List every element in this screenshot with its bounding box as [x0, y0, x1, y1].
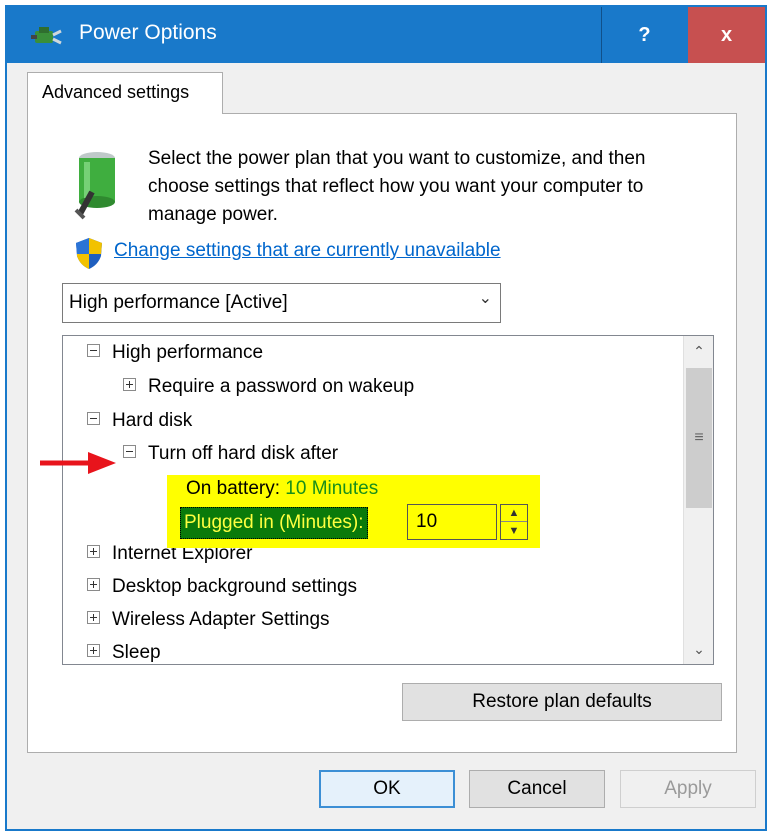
expand-icon[interactable] [123, 378, 136, 392]
spin-down-icon[interactable]: ▼ [501, 522, 527, 539]
expand-icon[interactable] [87, 611, 100, 625]
tree-item-require-password[interactable]: Require a password on wakeup [123, 376, 414, 408]
expand-icon[interactable] [87, 545, 100, 559]
title-bar[interactable]: Power Options ? x [7, 7, 765, 63]
collapse-icon[interactable] [87, 412, 100, 426]
change-settings-link[interactable]: Change settings that are currently unava… [114, 240, 501, 262]
scroll-up-icon[interactable]: ⌃ [684, 336, 713, 366]
tree-item-turn-off-hard-disk[interactable]: Turn off hard disk after [123, 443, 338, 475]
tree-item-wireless-adapter[interactable]: Wireless Adapter Settings [87, 609, 330, 641]
intro-text: Select the power plan that you want to c… [148, 148, 646, 225]
plugged-in-spinner[interactable]: ▲ ▼ [500, 504, 528, 540]
battery-plug-icon [74, 152, 115, 220]
tree-item-desktop-background[interactable]: Desktop background settings [87, 576, 357, 608]
collapse-icon[interactable] [87, 344, 100, 358]
spin-up-icon[interactable]: ▲ [501, 505, 527, 522]
cancel-button[interactable]: Cancel [469, 770, 605, 808]
expand-icon[interactable] [87, 578, 100, 592]
tree-item-high-performance[interactable]: High performance [87, 342, 263, 374]
apply-button[interactable]: Apply [620, 770, 756, 808]
tab-advanced-settings[interactable]: Advanced settings [27, 72, 223, 114]
scroll-down-icon[interactable]: ⌄ [684, 634, 713, 664]
close-button[interactable]: x [688, 7, 765, 63]
restore-plan-defaults-button[interactable]: Restore plan defaults [402, 683, 722, 721]
plugged-in-label: Plugged in (Minutes): [180, 507, 368, 539]
help-button[interactable]: ? [601, 7, 687, 63]
tree-item-label: Hard disk [112, 410, 193, 431]
tree-item-label: Sleep [112, 642, 161, 663]
tree-item-label: Turn off hard disk after [148, 443, 339, 464]
on-battery-setting[interactable]: On battery: 10 Minutes [186, 478, 378, 500]
red-arrow-icon [40, 452, 116, 474]
on-battery-value: 10 Minutes [285, 478, 379, 499]
scroll-thumb[interactable]: ≡ [686, 368, 712, 508]
power-plan-dropdown[interactable]: High performance [Active] ⌄ [62, 283, 501, 323]
window-title: Power Options [79, 21, 217, 44]
tree-item-label: Require a password on wakeup [148, 376, 415, 397]
expand-icon[interactable] [87, 644, 100, 658]
power-plan-selected-value: High performance [Active] [69, 292, 288, 313]
tree-item-label: Desktop background settings [112, 576, 358, 597]
on-battery-label: On battery: [186, 478, 280, 499]
tree-item-label: High performance [112, 342, 264, 363]
ok-button[interactable]: OK [319, 770, 455, 808]
tree-item-hard-disk[interactable]: Hard disk [87, 410, 192, 442]
tree-scrollbar[interactable]: ⌃ ≡ ⌄ [683, 336, 713, 664]
power-options-icon [31, 27, 62, 45]
plugged-in-minutes-input[interactable]: 10 [407, 504, 497, 540]
tree-item-label: Wireless Adapter Settings [112, 609, 330, 630]
chevron-down-icon: ⌄ [478, 290, 492, 307]
collapse-icon[interactable] [123, 445, 136, 459]
tree-item-sleep[interactable]: Sleep [87, 642, 161, 664]
uac-shield-icon [76, 238, 102, 269]
